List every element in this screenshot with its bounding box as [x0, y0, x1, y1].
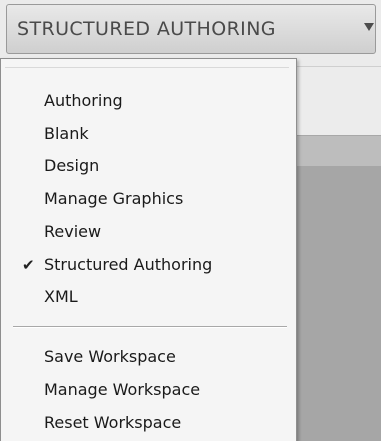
menu-item-xml[interactable]: XML	[1, 281, 296, 311]
workspace-switcher-label: STRUCTURED AUTHORING	[17, 18, 276, 40]
menu-item-structured-authoring[interactable]: ✔ Structured Authoring	[1, 249, 296, 279]
menu-item-label: Save Workspace	[44, 346, 176, 366]
workspace-menu: Authoring Blank Design Manage Graphics R…	[0, 58, 297, 441]
checkmark-icon: ✔	[22, 256, 35, 274]
menu-item-label: Design	[44, 155, 100, 175]
menu-item-design[interactable]: Design	[1, 150, 296, 180]
menu-item-label: XML	[44, 286, 78, 306]
menu-item-blank[interactable]: Blank	[1, 118, 296, 148]
menu-item-review[interactable]: Review	[1, 216, 296, 246]
menu-item-authoring[interactable]: Authoring	[1, 85, 296, 115]
menu-item-save-workspace[interactable]: Save Workspace	[1, 341, 296, 371]
workspace-switcher-button[interactable]: STRUCTURED AUTHORING	[6, 4, 376, 54]
menu-item-label: Blank	[44, 123, 89, 143]
menu-item-label: Authoring	[44, 90, 123, 110]
menu-separator	[13, 326, 287, 328]
chevron-down-icon	[364, 23, 374, 31]
menu-item-manage-workspace[interactable]: Manage Workspace	[1, 374, 296, 404]
menu-top-divider	[5, 67, 289, 68]
menu-item-label: Reset Workspace	[44, 412, 182, 432]
menu-item-label: Review	[44, 221, 102, 241]
menu-item-reset-workspace[interactable]: Reset Workspace	[1, 407, 296, 437]
menu-item-label: Manage Workspace	[44, 379, 201, 399]
app-window: STRUCTURED AUTHORING Authoring Blank Des…	[0, 0, 381, 441]
menu-item-label: Structured Authoring	[44, 254, 213, 274]
menu-item-label: Manage Graphics	[44, 188, 184, 208]
menu-item-manage-graphics[interactable]: Manage Graphics	[1, 183, 296, 213]
